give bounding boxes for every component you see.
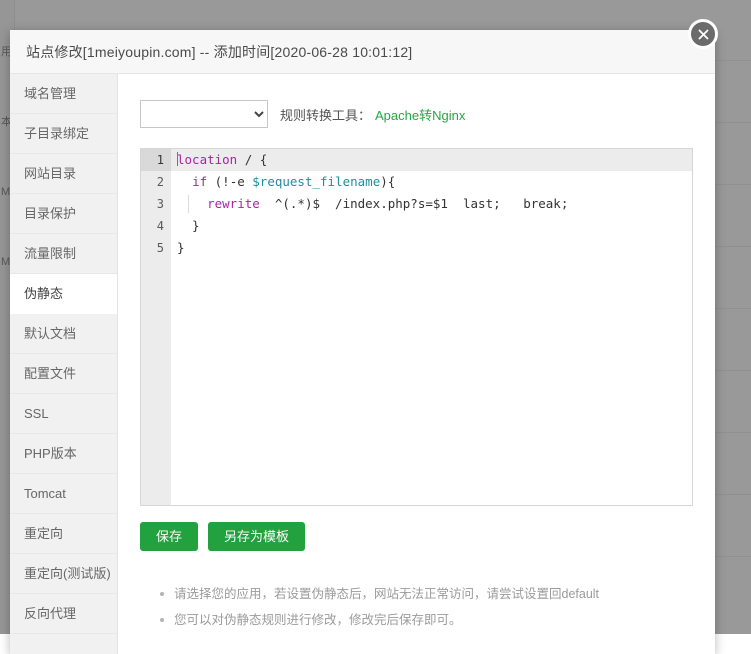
sidebar-item-label: PHP版本 [24,446,77,461]
sidebar-item-label: 目录保护 [24,206,77,221]
save-as-template-button[interactable]: 另存为模板 [208,522,306,551]
sidebar-item-5[interactable]: 伪静态 [10,274,117,314]
code-token: } [177,218,200,233]
sidebar-item-8[interactable]: SSL [10,394,117,434]
line-number: 2 [156,175,164,189]
line-number: 3 [156,197,164,211]
code-token: ){ [380,174,396,189]
sidebar-item-2[interactable]: 网站目录 [10,154,117,194]
apache-to-nginx-link[interactable]: Apache转Nginx [375,105,465,124]
code-line[interactable]: } [171,237,692,259]
save-button[interactable]: 保存 [140,522,199,551]
site-edit-modal: 站点修改[1meiyoupin.com] -- 添加时间[2020-06-28 … [10,30,715,654]
code-line[interactable]: if (!-e $request_filename){ [171,171,692,193]
sidebar-item-label: 子目录绑定 [24,126,90,141]
code-line[interactable]: } [171,215,692,237]
close-icon [698,29,708,39]
line-number: 4 [156,219,164,233]
sidebar-item-4[interactable]: 流量限制 [10,234,117,274]
sidebar-item-13[interactable]: 反向代理 [10,594,117,634]
sidebar-item-3[interactable]: 目录保护 [10,194,117,234]
sidebar-item-label: 配置文件 [24,366,77,381]
sidebar-item-9[interactable]: PHP版本 [10,434,117,474]
close-button[interactable] [688,19,718,49]
sidebar-item-12[interactable]: 重定向(测试版) [10,554,117,594]
code-token: } [177,240,185,255]
code-token: (!-e [207,174,253,189]
toolbar: 规则转换工具： Apache转Nginx [140,100,693,128]
code-line[interactable]: location / { [171,149,692,171]
converter-label: 规则转换工具： [280,107,372,123]
modal-header: 站点修改[1meiyoupin.com] -- 添加时间[2020-06-28 … [10,30,715,74]
sidebar-item-label: Tomcat [24,486,66,501]
sidebar-item-label: 重定向 [24,526,64,541]
code-token: if [192,174,208,189]
indent-guide [188,195,189,213]
sidebar-item-label: 网站目录 [24,166,77,181]
rewrite-rules-code-editor[interactable]: 1 2 3 4 5 location / { if (!-e $request_file… [140,148,693,506]
sidebar-item-label: 伪静态 [24,286,64,301]
sidebar-item-label: 流量限制 [24,246,77,261]
action-button-row: 保存 另存为模板 [140,522,693,551]
help-tip: 您可以对伪静态规则进行修改，修改完后保存即可。 [160,607,693,633]
code-line[interactable]: rewrite ^(.*)$ /index.php?s=$1 last; bre… [171,193,692,215]
line-number-gutter: 1 2 3 4 5 [141,149,171,505]
sidebar: 域名管理子目录绑定网站目录目录保护流量限制伪静态默认文档配置文件 SSL PHP版本… [10,74,118,654]
line-number: 1 [141,149,171,171]
help-tips-list: 请选择您的应用，若设置伪静态后，网站无法正常访问，请尝试设置回default 您可… [160,581,693,633]
sidebar-item-label: 反向代理 [24,606,77,621]
sidebar-item-10[interactable]: Tomcat [10,474,117,514]
sidebar-item-label: 域名管理 [24,86,77,101]
code-token: ^(.*)$ /index.php?s=$1 last; break; [259,196,569,211]
code-token: / { [237,152,268,167]
sidebar-item-0[interactable]: 域名管理 [10,74,117,114]
sidebar-item-label: SSL [24,406,49,421]
sidebar-item-1[interactable]: 子目录绑定 [10,114,117,154]
code-token: $request_filename [252,174,381,189]
sidebar-item-label: 默认文档 [24,326,77,341]
modal-body: 域名管理子目录绑定网站目录目录保护流量限制伪静态默认文档配置文件 SSL PHP版本… [10,74,715,654]
page-title: 站点修改[1meiyoupin.com] -- 添加时间[2020-06-28 … [26,43,413,60]
code-token: rewrite [207,196,260,211]
main-panel: 规则转换工具： Apache转Nginx 1 2 3 4 5 location / { … [118,74,715,654]
code-text-area[interactable]: location / { if (!-e $request_filename){… [171,149,692,505]
sidebar-item-label: 重定向(测试版) [24,566,111,581]
sidebar-item-7[interactable]: 配置文件 [10,354,117,394]
code-token: location [177,152,238,167]
rule-preset-select[interactable] [140,100,268,128]
help-tip: 请选择您的应用，若设置伪静态后，网站无法正常访问，请尝试设置回default [160,581,693,607]
sidebar-item-11[interactable]: 重定向 [10,514,117,554]
sidebar-item-6[interactable]: 默认文档 [10,314,117,354]
line-number: 5 [156,241,164,255]
